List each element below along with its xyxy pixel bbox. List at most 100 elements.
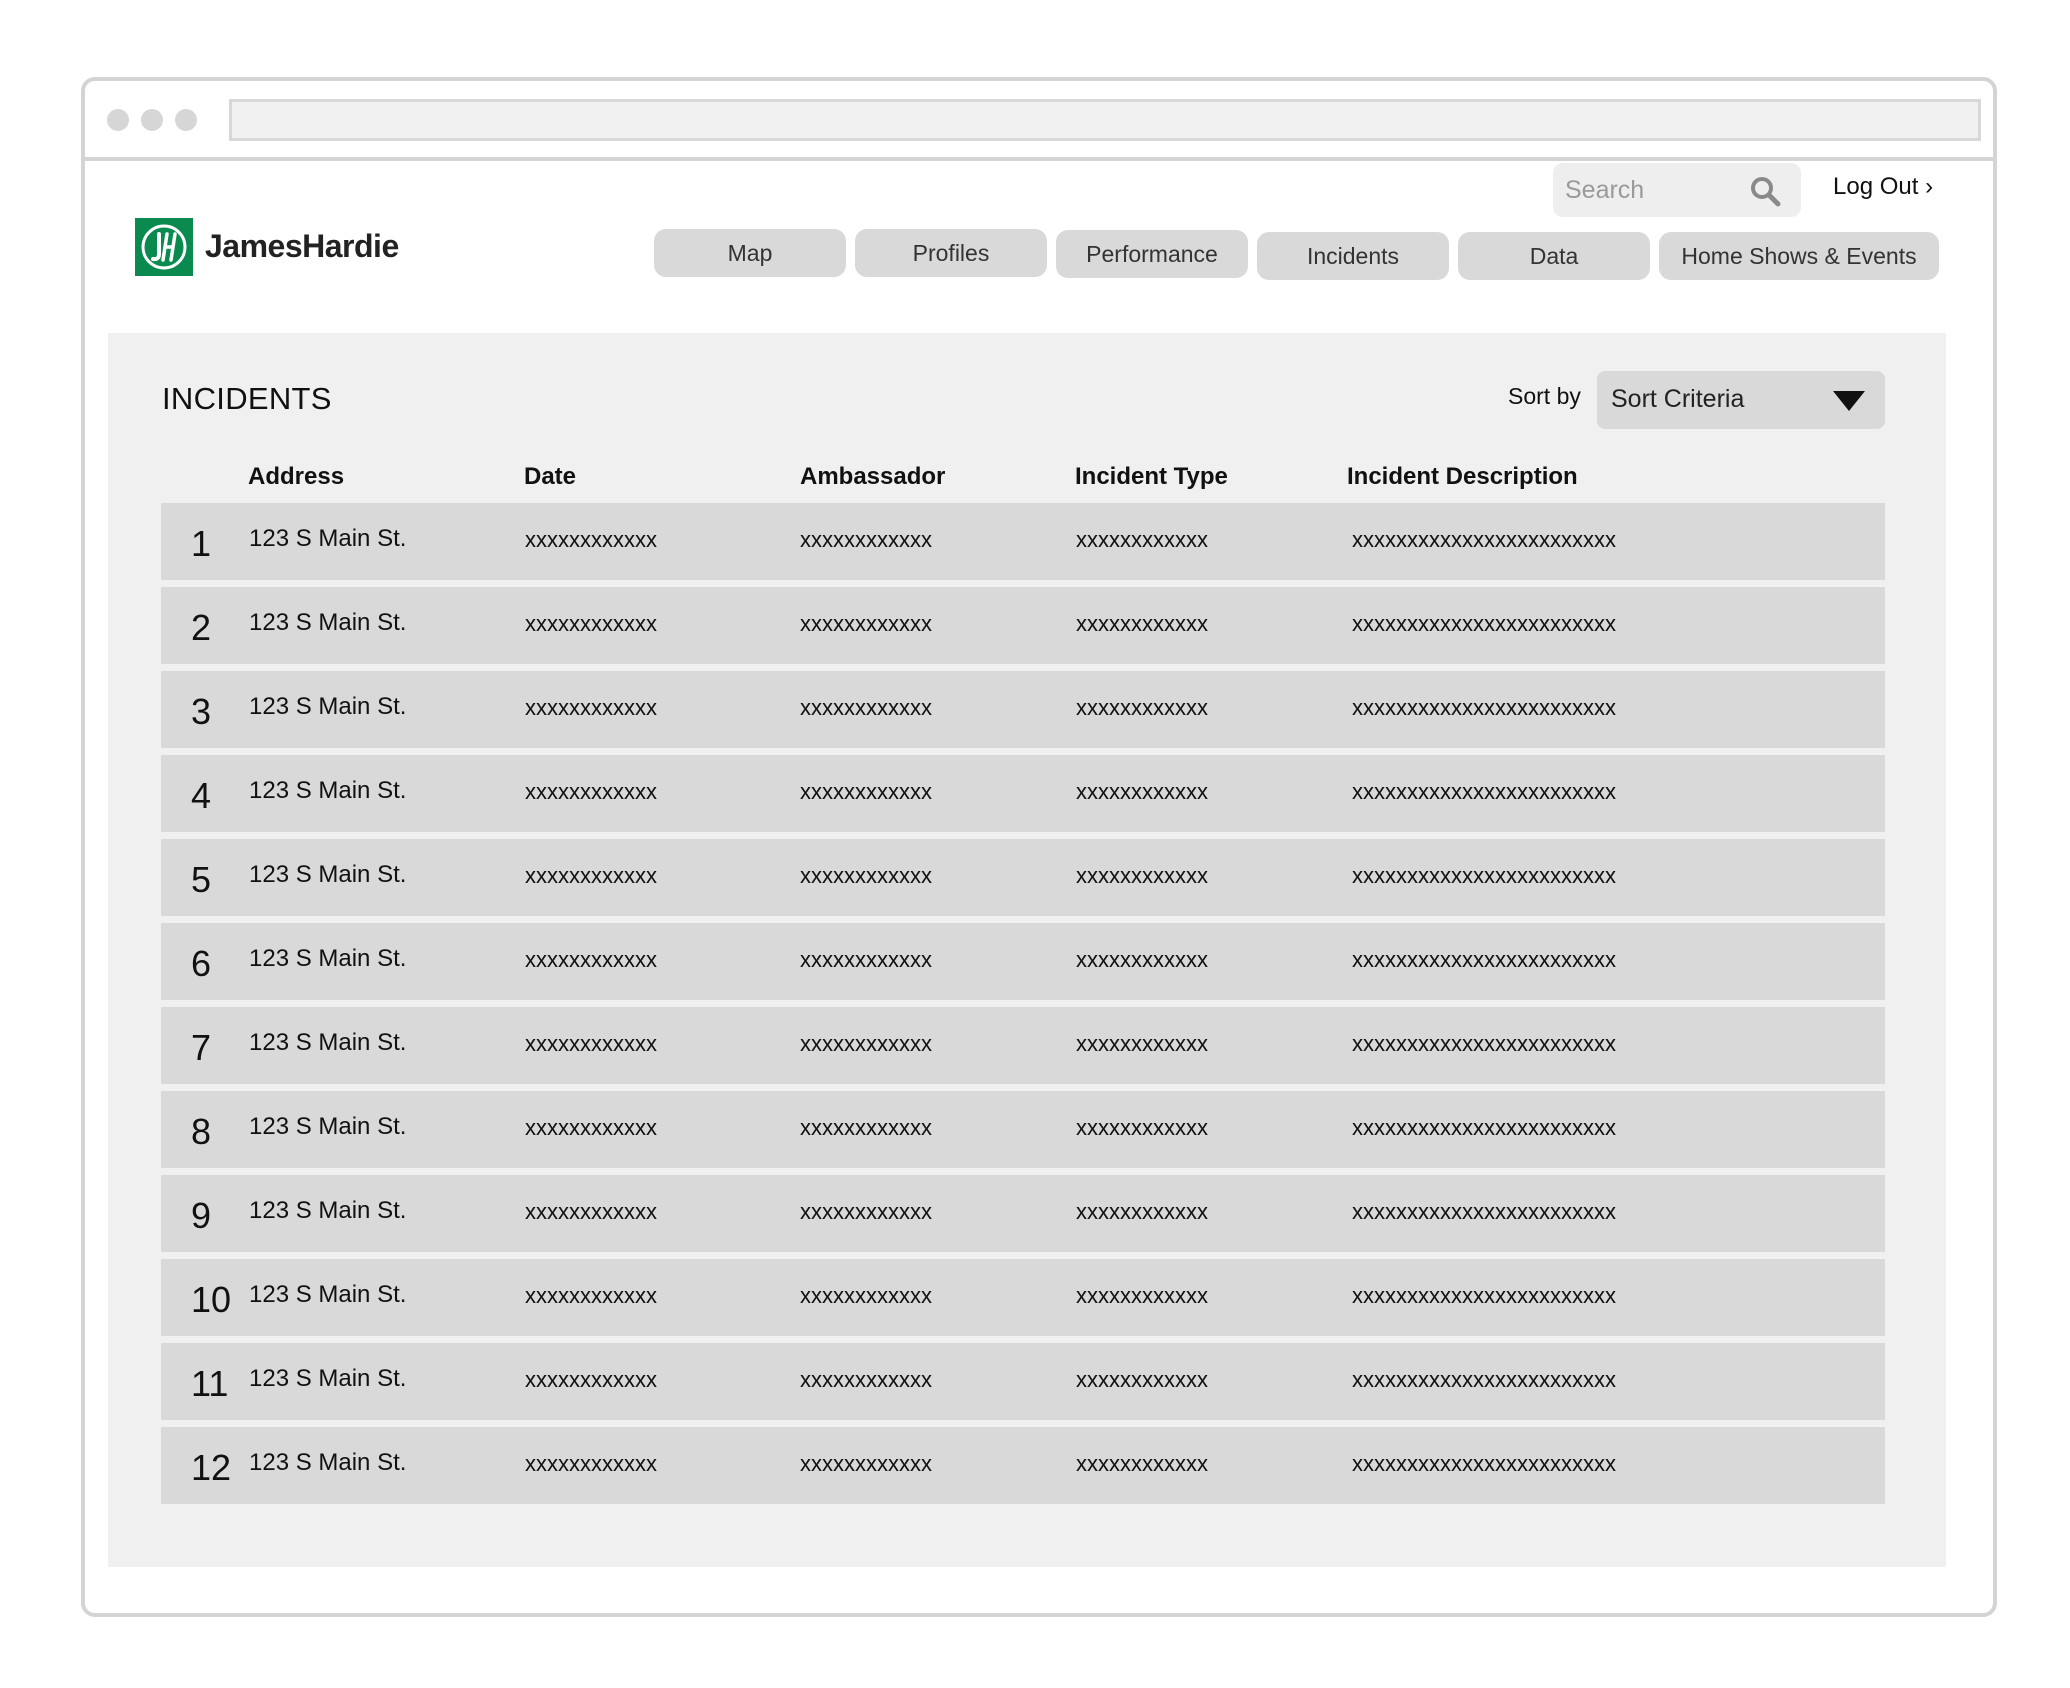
cell-incident-type: xxxxxxxxxxxx	[1076, 1451, 1208, 1476]
row-number: 8	[191, 1111, 212, 1152]
column-header-date[interactable]: Date	[524, 463, 576, 491]
cell-date: xxxxxxxxxxxx	[525, 1367, 657, 1392]
cell-incident-description: xxxxxxxxxxxxxxxxxxxxxxxx	[1352, 947, 1616, 972]
cell-incident-type: xxxxxxxxxxxx	[1076, 1031, 1208, 1056]
row-number: 11	[191, 1363, 229, 1404]
table-row[interactable]: 2 123 S Main St. xxxxxxxxxxxx xxxxxxxxxx…	[161, 587, 1885, 664]
cell-date: xxxxxxxxxxxx	[525, 695, 657, 720]
cell-incident-description: xxxxxxxxxxxxxxxxxxxxxxxx	[1352, 611, 1616, 636]
cell-incident-description: xxxxxxxxxxxxxxxxxxxxxxxx	[1352, 1199, 1616, 1224]
sort-by-label: Sort by	[1508, 383, 1581, 409]
table-row[interactable]: 6 123 S Main St. xxxxxxxxxxxx xxxxxxxxxx…	[161, 923, 1885, 1000]
search-box[interactable]	[1553, 163, 1801, 217]
table-header: Address Date Ambassador Incident Type In…	[108, 463, 1946, 503]
logo-text: JamesHardie	[205, 228, 399, 264]
cell-date: xxxxxxxxxxxx	[525, 1451, 657, 1476]
table-row[interactable]: 7 123 S Main St. xxxxxxxxxxxx xxxxxxxxxx…	[161, 1007, 1885, 1084]
cell-date: xxxxxxxxxxxx	[525, 947, 657, 972]
table-row[interactable]: 4 123 S Main St. xxxxxxxxxxxx xxxxxxxxxx…	[161, 755, 1885, 832]
cell-incident-description: xxxxxxxxxxxxxxxxxxxxxxxx	[1352, 1031, 1616, 1056]
cell-ambassador: xxxxxxxxxxxx	[800, 527, 932, 552]
cell-incident-description: xxxxxxxxxxxxxxxxxxxxxxxx	[1352, 863, 1616, 888]
column-header-address[interactable]: Address	[248, 463, 344, 491]
cell-date: xxxxxxxxxxxx	[525, 611, 657, 636]
cell-incident-type: xxxxxxxxxxxx	[1076, 1283, 1208, 1308]
row-number: 3	[191, 691, 212, 732]
address-bar[interactable]	[229, 99, 1981, 141]
cell-incident-type: xxxxxxxxxxxx	[1076, 863, 1208, 888]
row-number: 12	[191, 1447, 232, 1488]
search-input[interactable]	[1565, 171, 1745, 209]
cell-address: 123 S Main St.	[249, 1449, 407, 1476]
nav-profiles[interactable]: Profiles	[855, 229, 1047, 277]
row-number: 6	[191, 943, 212, 984]
row-number: 9	[191, 1195, 212, 1236]
cell-date: xxxxxxxxxxxx	[525, 863, 657, 888]
column-header-incident-description[interactable]: Incident Description	[1347, 463, 1578, 491]
nav-data[interactable]: Data	[1458, 232, 1650, 280]
cell-ambassador: xxxxxxxxxxxx	[800, 863, 932, 888]
browser-chrome	[85, 81, 1993, 161]
cell-date: xxxxxxxxxxxx	[525, 1115, 657, 1140]
row-number: 7	[191, 1027, 212, 1068]
cell-date: xxxxxxxxxxxx	[525, 1199, 657, 1224]
cell-ambassador: xxxxxxxxxxxx	[800, 1031, 932, 1056]
table-row[interactable]: 11 123 S Main St. xxxxxxxxxxxx xxxxxxxxx…	[161, 1343, 1885, 1420]
cell-ambassador: xxxxxxxxxxxx	[800, 1451, 932, 1476]
table-row[interactable]: 1 123 S Main St. xxxxxxxxxxxx xxxxxxxxxx…	[161, 503, 1885, 580]
cell-address: 123 S Main St.	[249, 1365, 407, 1392]
row-number: 5	[191, 859, 212, 900]
table-row[interactable]: 10 123 S Main St. xxxxxxxxxxxx xxxxxxxxx…	[161, 1259, 1885, 1336]
row-number: 1	[191, 523, 212, 564]
cell-address: 123 S Main St.	[249, 1113, 407, 1140]
cell-incident-description: xxxxxxxxxxxxxxxxxxxxxxxx	[1352, 527, 1616, 552]
window-control-dot[interactable]	[175, 109, 197, 131]
row-number: 4	[191, 775, 212, 816]
table-row[interactable]: 3 123 S Main St. xxxxxxxxxxxx xxxxxxxxxx…	[161, 671, 1885, 748]
logo[interactable]: JamesHardie	[135, 216, 435, 278]
table-row[interactable]: 5 123 S Main St. xxxxxxxxxxxx xxxxxxxxxx…	[161, 839, 1885, 916]
table-row[interactable]: 9 123 S Main St. xxxxxxxxxxxx xxxxxxxxxx…	[161, 1175, 1885, 1252]
cell-incident-description: xxxxxxxxxxxxxxxxxxxxxxxx	[1352, 1283, 1616, 1308]
caret-down-icon	[1833, 391, 1865, 411]
cell-ambassador: xxxxxxxxxxxx	[800, 1367, 932, 1392]
cell-incident-type: xxxxxxxxxxxx	[1076, 779, 1208, 804]
table-row[interactable]: 12 123 S Main St. xxxxxxxxxxxx xxxxxxxxx…	[161, 1427, 1885, 1504]
cell-address: 123 S Main St.	[249, 609, 407, 636]
column-header-incident-type[interactable]: Incident Type	[1075, 463, 1228, 491]
logout-link[interactable]: Log Out ›	[1833, 173, 1933, 201]
search-icon[interactable]	[1749, 175, 1781, 207]
cell-incident-description: xxxxxxxxxxxxxxxxxxxxxxxx	[1352, 1115, 1616, 1140]
sort-criteria-dropdown[interactable]: Sort Criteria	[1597, 371, 1885, 429]
cell-ambassador: xxxxxxxxxxxx	[800, 611, 932, 636]
cell-date: xxxxxxxxxxxx	[525, 1031, 657, 1056]
nav-home-shows-events[interactable]: Home Shows & Events	[1659, 232, 1939, 280]
cell-incident-type: xxxxxxxxxxxx	[1076, 1199, 1208, 1224]
window-control-dot[interactable]	[107, 109, 129, 131]
nav-incidents[interactable]: Incidents	[1257, 232, 1449, 280]
sort-criteria-value: Sort Criteria	[1611, 385, 1745, 413]
cell-address: 123 S Main St.	[249, 861, 407, 888]
cell-address: 123 S Main St.	[249, 1029, 407, 1056]
cell-incident-type: xxxxxxxxxxxx	[1076, 1367, 1208, 1392]
cell-address: 123 S Main St.	[249, 525, 407, 552]
cell-incident-type: xxxxxxxxxxxx	[1076, 611, 1208, 636]
browser-window: Log Out › JamesHardie Map Profiles Perfo…	[81, 77, 1997, 1617]
cell-incident-type: xxxxxxxxxxxx	[1076, 695, 1208, 720]
cell-address: 123 S Main St.	[249, 945, 407, 972]
cell-address: 123 S Main St.	[249, 693, 407, 720]
cell-address: 123 S Main St.	[249, 777, 407, 804]
window-control-dot[interactable]	[141, 109, 163, 131]
nav-map[interactable]: Map	[654, 229, 846, 277]
cell-address: 123 S Main St.	[249, 1197, 407, 1224]
nav-performance[interactable]: Performance	[1056, 230, 1248, 278]
cell-ambassador: xxxxxxxxxxxx	[800, 1283, 932, 1308]
table-row[interactable]: 8 123 S Main St. xxxxxxxxxxxx xxxxxxxxxx…	[161, 1091, 1885, 1168]
column-header-ambassador[interactable]: Ambassador	[800, 463, 945, 491]
cell-ambassador: xxxxxxxxxxxx	[800, 947, 932, 972]
page-title: INCIDENTS	[162, 381, 332, 416]
cell-incident-description: xxxxxxxxxxxxxxxxxxxxxxxx	[1352, 695, 1616, 720]
cell-incident-type: xxxxxxxxxxxx	[1076, 527, 1208, 552]
incidents-panel: INCIDENTS Sort by Sort Criteria Address …	[108, 333, 1946, 1567]
cell-incident-description: xxxxxxxxxxxxxxxxxxxxxxxx	[1352, 1451, 1616, 1476]
